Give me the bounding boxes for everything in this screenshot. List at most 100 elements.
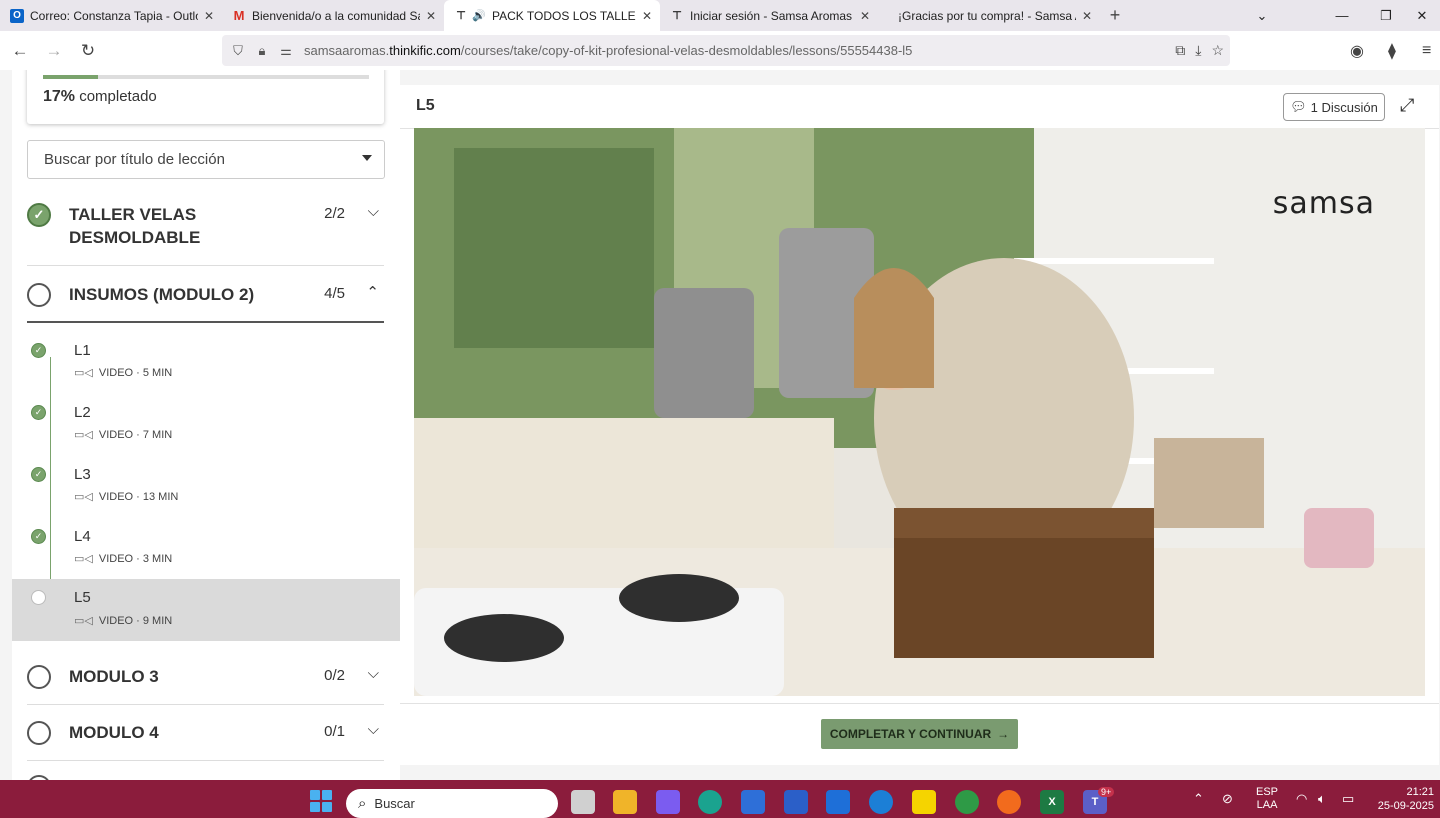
bookmark-star-icon[interactable]: ☆ bbox=[1211, 42, 1224, 59]
lesson-item-l2[interactable]: ✓ L2 ▭◁ VIDEO · 7 MIN bbox=[27, 398, 400, 460]
language-indicator[interactable]: ESP LAA bbox=[1256, 780, 1278, 818]
site-permissions-icon[interactable]: ⚌ bbox=[274, 43, 298, 59]
picture-in-picture-icon[interactable]: ⧉ bbox=[1175, 42, 1185, 59]
empty-circle-icon bbox=[27, 721, 51, 745]
shield-icon[interactable]: ⛉ bbox=[226, 43, 250, 59]
lock-icon[interactable]: 🔒︎ bbox=[250, 43, 274, 59]
minimize-button[interactable]: — bbox=[1320, 0, 1364, 31]
lesson-item-l1[interactable]: ✓ L1 ▭◁ VIDEO · 5 MIN bbox=[27, 336, 400, 398]
reload-icon[interactable]: ↻ bbox=[71, 41, 105, 61]
store-icon[interactable] bbox=[741, 790, 765, 814]
lesson-header: L5 💬︎ 1 Discusión ⤢ bbox=[400, 85, 1439, 129]
chapter-taller-velas[interactable]: ✓ TALLER VELAS DESMOLDABLE 2/2 ⌵ bbox=[27, 203, 385, 249]
chapter-modulo-3[interactable]: MODULO 3 0/2 ⌵ bbox=[27, 665, 385, 689]
address-bar[interactable]: ⛉ 🔒︎ ⚌ samsaaromas.thinkific.com/courses… bbox=[222, 35, 1230, 66]
teams-meet-icon[interactable] bbox=[826, 790, 850, 814]
tab-list-icon[interactable]: ⌄ bbox=[1240, 0, 1284, 31]
lesson-meta: ▭◁ VIDEO · 13 MIN bbox=[74, 490, 178, 504]
empty-circle-icon bbox=[27, 665, 51, 689]
clock[interactable]: 21:21 25-09-2025 bbox=[1374, 780, 1434, 818]
samsa-logo: samsa bbox=[1272, 186, 1375, 221]
expand-icon[interactable]: ⤢ bbox=[1400, 95, 1414, 116]
save-to-pocket-icon[interactable]: ⤓ bbox=[1195, 42, 1201, 59]
forward-icon[interactable]: → bbox=[37, 41, 71, 61]
chapter-modulo-4[interactable]: MODULO 4 0/1 ⌵ bbox=[27, 721, 385, 745]
close-tab-icon[interactable]: ✕ bbox=[860, 9, 870, 23]
edge-icon[interactable] bbox=[698, 790, 722, 814]
progress-text: completado bbox=[75, 88, 157, 105]
video-player[interactable]: samsa bbox=[414, 128, 1425, 696]
lesson-name: L3 bbox=[74, 466, 91, 483]
lesson-content: L5 💬︎ 1 Discusión ⤢ samsa COMPLETAR Y CO… bbox=[400, 85, 1439, 765]
chevron-down-icon[interactable]: ⌵ bbox=[368, 203, 379, 220]
close-tab-icon[interactable]: ✕ bbox=[426, 9, 436, 23]
browser-tab-strip: O Correo: Constanza Tapia - Outlo ✕ M Bi… bbox=[0, 0, 1440, 31]
taskbar-search[interactable]: ⌕ Buscar bbox=[346, 789, 558, 818]
taskbar-search-placeholder: Buscar bbox=[374, 796, 415, 811]
lesson-item-l3[interactable]: ✓ L3 ▭◁ VIDEO · 13 MIN bbox=[27, 460, 400, 522]
divider bbox=[27, 265, 384, 266]
gmail-icon: M bbox=[233, 8, 245, 23]
progress-percent: 17% bbox=[43, 88, 76, 105]
lesson-search-placeholder: Buscar por título de lección bbox=[44, 151, 225, 168]
chevron-down-icon[interactable]: ⌵ bbox=[368, 665, 379, 682]
network-off-icon[interactable]: ⊘ bbox=[1222, 780, 1233, 818]
file-explorer-icon[interactable] bbox=[613, 790, 637, 814]
extensions-icon[interactable]: ⧫ bbox=[1388, 31, 1396, 70]
windows-start-icon[interactable] bbox=[310, 790, 332, 812]
tab-title: PACK TODOS LOS TALLERES bbox=[492, 8, 636, 23]
account-icon[interactable]: ◉ bbox=[1350, 31, 1364, 70]
chapter-count: 0/1 bbox=[324, 723, 345, 740]
tab-outlook[interactable]: O Correo: Constanza Tapia - Outlo ✕ bbox=[0, 0, 222, 31]
maximize-button[interactable]: ❐ bbox=[1364, 0, 1408, 31]
sync-app-icon[interactable] bbox=[869, 790, 893, 814]
complete-button-label: COMPLETAR Y CONTINUAR bbox=[829, 727, 992, 741]
chapter-count: 4/5 bbox=[324, 285, 345, 302]
thinkific-icon: ⊤ bbox=[672, 10, 682, 22]
divider bbox=[27, 321, 384, 323]
menu-icon[interactable]: ≡ bbox=[1422, 31, 1431, 70]
check-circle-icon: ✓ bbox=[27, 203, 51, 227]
progress-label: 17% completado bbox=[43, 88, 157, 106]
url-text[interactable]: samsaaromas.thinkific.com/courses/take/c… bbox=[304, 43, 912, 58]
phone-link-icon[interactable] bbox=[784, 790, 808, 814]
chevron-up-icon[interactable]: ⌃ bbox=[366, 283, 379, 301]
tab-gracias-compra[interactable]: ¡Gracias por tu compra! - Samsa Ar ✕ bbox=[878, 0, 1100, 31]
sticky-notes-icon[interactable] bbox=[912, 790, 936, 814]
lesson-item-l5[interactable]: L5 ▭◁ VIDEO · 9 MIN bbox=[12, 579, 400, 641]
speaker-icon[interactable]: 🔊 bbox=[472, 9, 486, 23]
discussion-button[interactable]: 💬︎ 1 Discusión bbox=[1283, 93, 1385, 121]
tab-pack-talleres[interactable]: ⊤ 🔊 PACK TODOS LOS TALLERES ✕ bbox=[444, 0, 660, 31]
chrome-icon[interactable] bbox=[955, 790, 979, 814]
copilot-icon[interactable] bbox=[656, 790, 680, 814]
battery-icon[interactable]: ▭ bbox=[1342, 780, 1354, 818]
chapter-insumos[interactable]: INSUMOS (MODULO 2) 4/5 ⌃ bbox=[27, 283, 385, 307]
new-tab-button[interactable]: + bbox=[1100, 5, 1130, 26]
video-camera-icon: ▭◁ bbox=[74, 615, 93, 627]
check-icon: ✓ bbox=[31, 529, 46, 544]
back-icon[interactable]: ← bbox=[3, 41, 37, 61]
lesson-item-l4[interactable]: ✓ L4 ▭◁ VIDEO · 3 MIN bbox=[27, 522, 400, 584]
tab-gmail[interactable]: M Bienvenida/o a la comunidad Sa ✕ bbox=[222, 0, 444, 31]
url-prefix: samsaaromas. bbox=[304, 43, 390, 58]
video-camera-icon: ▭◁ bbox=[74, 367, 93, 379]
task-view-icon[interactable] bbox=[571, 790, 595, 814]
chevron-down-icon[interactable]: ⌵ bbox=[368, 721, 379, 738]
complete-and-continue-button[interactable]: COMPLETAR Y CONTINUAR → bbox=[821, 719, 1018, 749]
lesson-search-select[interactable]: Buscar por título de lección bbox=[27, 140, 385, 179]
empty-circle-icon bbox=[27, 283, 51, 307]
volume-icon[interactable]: 🔈︎ bbox=[1318, 780, 1326, 818]
close-window-button[interactable]: ✕ bbox=[1404, 0, 1440, 31]
close-tab-icon[interactable]: ✕ bbox=[204, 9, 214, 23]
lesson-meta-text: VIDEO · 5 MIN bbox=[98, 366, 173, 379]
firefox-icon[interactable] bbox=[997, 790, 1021, 814]
windows-taskbar: ⌕ Buscar X T 9+ ⌃ ⊘ ESP LAA ◠ 🔈︎ ▭ 21:21… bbox=[0, 780, 1440, 818]
tab-iniciar-sesion[interactable]: ⊤ Iniciar sesión - Samsa Aromas ✕ bbox=[660, 0, 878, 31]
lesson-name: L1 bbox=[74, 342, 91, 359]
close-tab-icon[interactable]: ✕ bbox=[1082, 9, 1092, 23]
divider bbox=[27, 704, 384, 705]
excel-icon[interactable]: X bbox=[1040, 790, 1064, 814]
show-hidden-icons-icon[interactable]: ⌃ bbox=[1193, 780, 1204, 818]
close-tab-icon[interactable]: ✕ bbox=[642, 9, 652, 23]
wifi-icon[interactable]: ◠ bbox=[1296, 780, 1307, 818]
